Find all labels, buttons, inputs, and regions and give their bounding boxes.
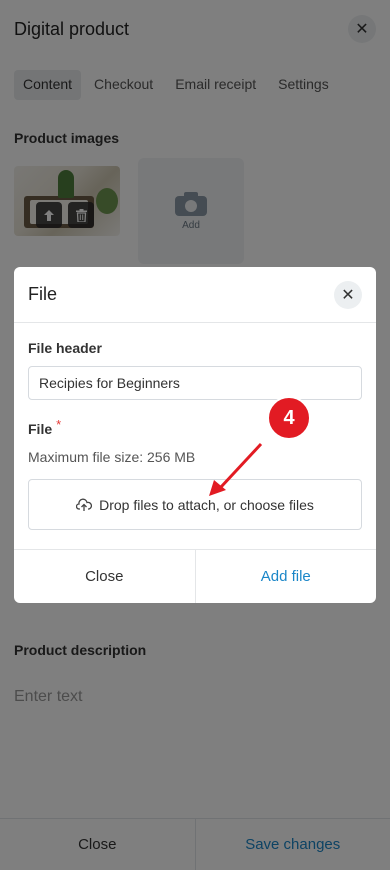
add-file-button[interactable]: Add file [196,550,377,603]
file-dropzone[interactable]: Drop files to attach, or choose files [28,479,362,530]
cloud-upload-icon [76,498,93,511]
file-header-label: File header [28,340,102,356]
file-header-input[interactable] [28,366,362,400]
required-indicator: * [56,417,62,432]
step-number-badge: 4 [267,396,311,440]
modal-footer: Close Add file [14,549,376,603]
file-label-row: File * [28,417,362,437]
close-icon: ✕ [341,286,355,304]
modal-close-button[interactable]: ✕ [334,280,362,309]
file-label: File [28,421,53,437]
modal-close-footer-button[interactable]: Close [14,550,196,603]
modal-body: File header File * Maximum file size: 25… [14,340,376,530]
dropzone-text: Drop files to attach, or choose files [99,496,314,513]
max-file-size-text: Maximum file size: 256 MB [28,449,196,465]
modal-title: File [28,284,58,304]
file-modal: File ✕ File header File * Maximum file s… [14,267,376,603]
modal-header: File ✕ [14,267,376,323]
